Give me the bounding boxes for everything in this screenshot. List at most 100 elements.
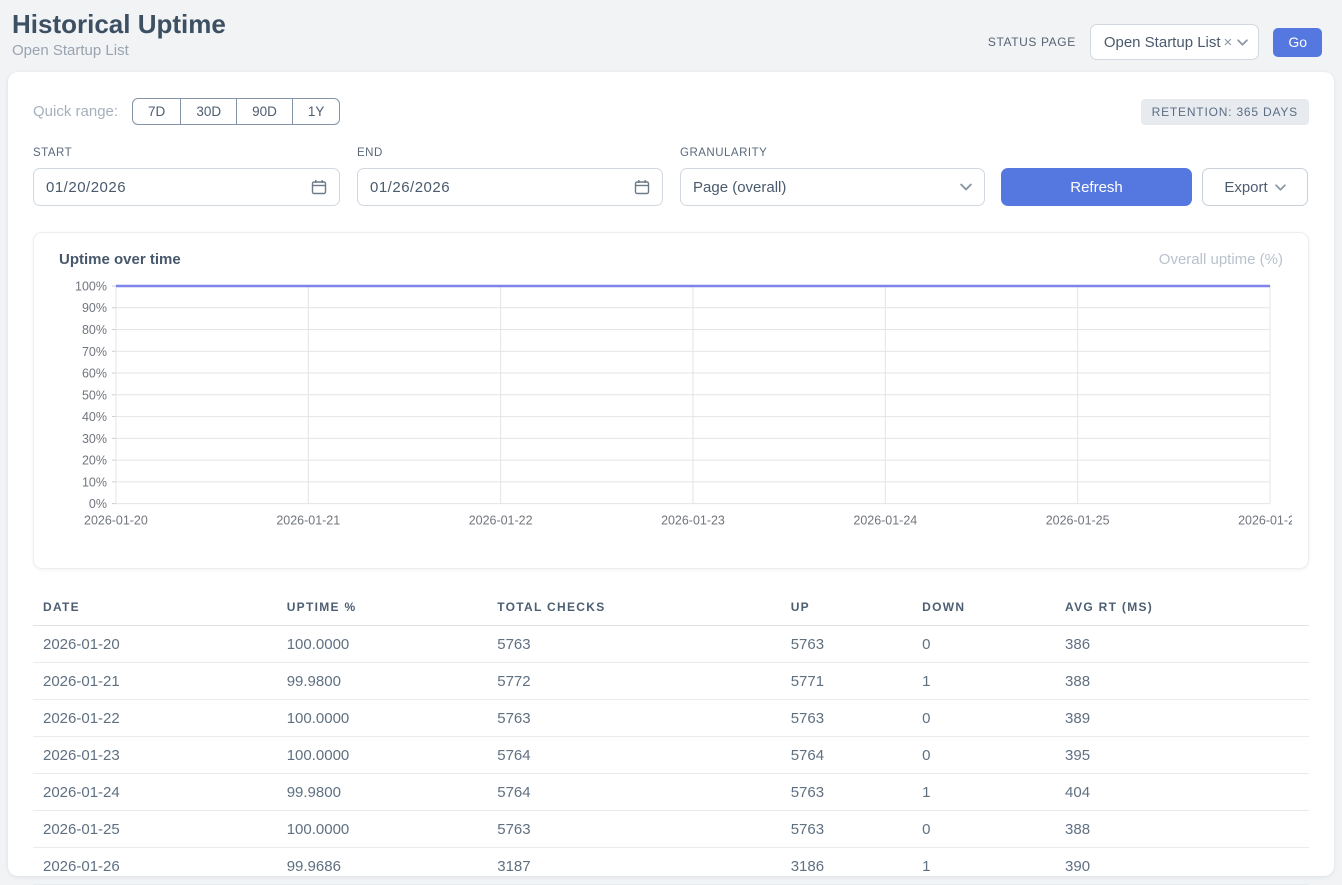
table-cell: 2026-01-23 xyxy=(33,737,277,774)
table-cell: 388 xyxy=(1055,811,1309,848)
table-cell: 388 xyxy=(1055,663,1309,700)
table-cell: 1 xyxy=(912,848,1055,885)
column-header: DATE xyxy=(33,592,277,626)
table-row: 2026-01-2199.9800577257711388 xyxy=(33,663,1309,700)
export-button[interactable]: Export xyxy=(1202,168,1308,206)
svg-text:2026-01-24: 2026-01-24 xyxy=(853,514,917,528)
table-header: DATEUPTIME %TOTAL CHECKSUPDOWNAVG RT (MS… xyxy=(33,592,1309,626)
table-cell: 5764 xyxy=(487,737,780,774)
chevron-down-icon xyxy=(960,183,972,191)
page-header: Historical Uptime Open Startup List STAT… xyxy=(0,0,1342,72)
quick-range-90d-button[interactable]: 90D xyxy=(236,98,293,125)
go-button[interactable]: Go xyxy=(1273,28,1322,57)
svg-text:80%: 80% xyxy=(82,323,107,337)
chart-legend: Overall uptime (%) xyxy=(1159,251,1283,268)
chevron-down-icon xyxy=(1275,184,1286,191)
page-subtitle: Open Startup List xyxy=(12,42,226,59)
table-cell: 99.9800 xyxy=(277,663,488,700)
granularity-value: Page (overall) xyxy=(693,179,786,196)
end-date-input[interactable]: 01/26/2026 xyxy=(357,168,663,206)
quick-range-1y-button[interactable]: 1Y xyxy=(292,98,341,125)
granularity-select[interactable]: Page (overall) xyxy=(680,168,985,206)
table-row: 2026-01-25100.0000576357630388 xyxy=(33,811,1309,848)
svg-text:0%: 0% xyxy=(89,497,107,511)
table-cell: 0 xyxy=(912,811,1055,848)
status-page-select[interactable]: Open Startup List × xyxy=(1090,24,1260,60)
page-title: Historical Uptime xyxy=(12,10,226,40)
status-page-label: STATUS PAGE xyxy=(988,35,1076,49)
table-cell: 99.9800 xyxy=(277,774,488,811)
status-page-value: Open Startup List xyxy=(1104,34,1221,51)
table-cell: 2026-01-24 xyxy=(33,774,277,811)
table-cell: 2026-01-25 xyxy=(33,811,277,848)
table-cell: 100.0000 xyxy=(277,811,488,848)
calendar-icon[interactable] xyxy=(311,179,327,195)
chart-title: Uptime over time xyxy=(59,251,181,268)
table-cell: 1 xyxy=(912,774,1055,811)
table-cell: 2026-01-21 xyxy=(33,663,277,700)
svg-text:20%: 20% xyxy=(82,454,107,468)
calendar-icon[interactable] xyxy=(634,179,650,195)
table-cell: 2026-01-26 xyxy=(33,848,277,885)
table-cell: 390 xyxy=(1055,848,1309,885)
chevron-down-icon xyxy=(1237,39,1248,46)
svg-text:70%: 70% xyxy=(82,345,107,359)
table-body: 2026-01-20100.00005763576303862026-01-21… xyxy=(33,626,1309,885)
granularity-label: GRANULARITY xyxy=(680,147,985,159)
table-cell: 2026-01-20 xyxy=(33,626,277,663)
table-cell: 5764 xyxy=(781,737,912,774)
table-cell: 5763 xyxy=(487,626,780,663)
quick-range-30d-button[interactable]: 30D xyxy=(180,98,237,125)
end-label: END xyxy=(357,147,663,159)
title-block: Historical Uptime Open Startup List xyxy=(12,10,226,59)
table-cell: 0 xyxy=(912,737,1055,774)
uptime-line-chart: 0%10%20%30%40%50%60%70%80%90%100%2026-01… xyxy=(50,276,1292,530)
end-date-value: 01/26/2026 xyxy=(370,179,450,196)
svg-text:2026-01-21: 2026-01-21 xyxy=(276,514,340,528)
table-cell: 5763 xyxy=(487,811,780,848)
start-date-input[interactable]: 01/20/2026 xyxy=(33,168,340,206)
svg-text:2026-01-25: 2026-01-25 xyxy=(1046,514,1110,528)
column-header: UP xyxy=(781,592,912,626)
filters-top-row: Quick range: 7D30D90D1Y RETENTION: 365 D… xyxy=(33,98,1309,125)
clear-selection-icon[interactable]: × xyxy=(1224,34,1233,51)
header-controls: STATUS PAGE Open Startup List × Go xyxy=(988,24,1322,60)
table-cell: 5763 xyxy=(487,700,780,737)
svg-text:2026-01-23: 2026-01-23 xyxy=(661,514,725,528)
svg-text:2026-01-26: 2026-01-26 xyxy=(1238,514,1292,528)
table-cell: 100.0000 xyxy=(277,626,488,663)
table-cell: 404 xyxy=(1055,774,1309,811)
svg-text:10%: 10% xyxy=(82,475,107,489)
start-label: START xyxy=(33,147,340,159)
quick-range-7d-button[interactable]: 7D xyxy=(132,98,181,125)
svg-text:60%: 60% xyxy=(82,367,107,381)
svg-text:2026-01-22: 2026-01-22 xyxy=(469,514,533,528)
quick-range-label: Quick range: xyxy=(33,103,118,120)
start-date-value: 01/20/2026 xyxy=(46,179,126,196)
table-cell: 386 xyxy=(1055,626,1309,663)
table-cell: 0 xyxy=(912,626,1055,663)
table-cell: 100.0000 xyxy=(277,737,488,774)
table-cell: 5763 xyxy=(781,626,912,663)
table-cell: 99.9686 xyxy=(277,848,488,885)
svg-text:40%: 40% xyxy=(82,410,107,424)
end-date-group: END 01/26/2026 xyxy=(357,147,663,206)
table-cell: 1 xyxy=(912,663,1055,700)
uptime-chart: 0%10%20%30%40%50%60%70%80%90%100%2026-01… xyxy=(50,276,1292,535)
table-cell: 5763 xyxy=(781,774,912,811)
table-cell: 5771 xyxy=(781,663,912,700)
svg-text:50%: 50% xyxy=(82,388,107,402)
start-date-group: START 01/20/2026 xyxy=(33,147,340,206)
chart-card: Uptime over time Overall uptime (%) 0% 10… xyxy=(33,232,1309,569)
table-cell: 3186 xyxy=(781,848,912,885)
column-header: TOTAL CHECKS xyxy=(487,592,780,626)
svg-text:90%: 90% xyxy=(82,301,107,315)
svg-text:2026-01-20: 2026-01-20 xyxy=(84,514,148,528)
table-cell: 389 xyxy=(1055,700,1309,737)
table-cell: 5764 xyxy=(487,774,780,811)
column-header: DOWN xyxy=(912,592,1055,626)
svg-text:30%: 30% xyxy=(82,432,107,446)
quick-range-group: 7D30D90D1Y xyxy=(132,98,340,125)
refresh-button[interactable]: Refresh xyxy=(1001,168,1192,206)
table-cell: 395 xyxy=(1055,737,1309,774)
